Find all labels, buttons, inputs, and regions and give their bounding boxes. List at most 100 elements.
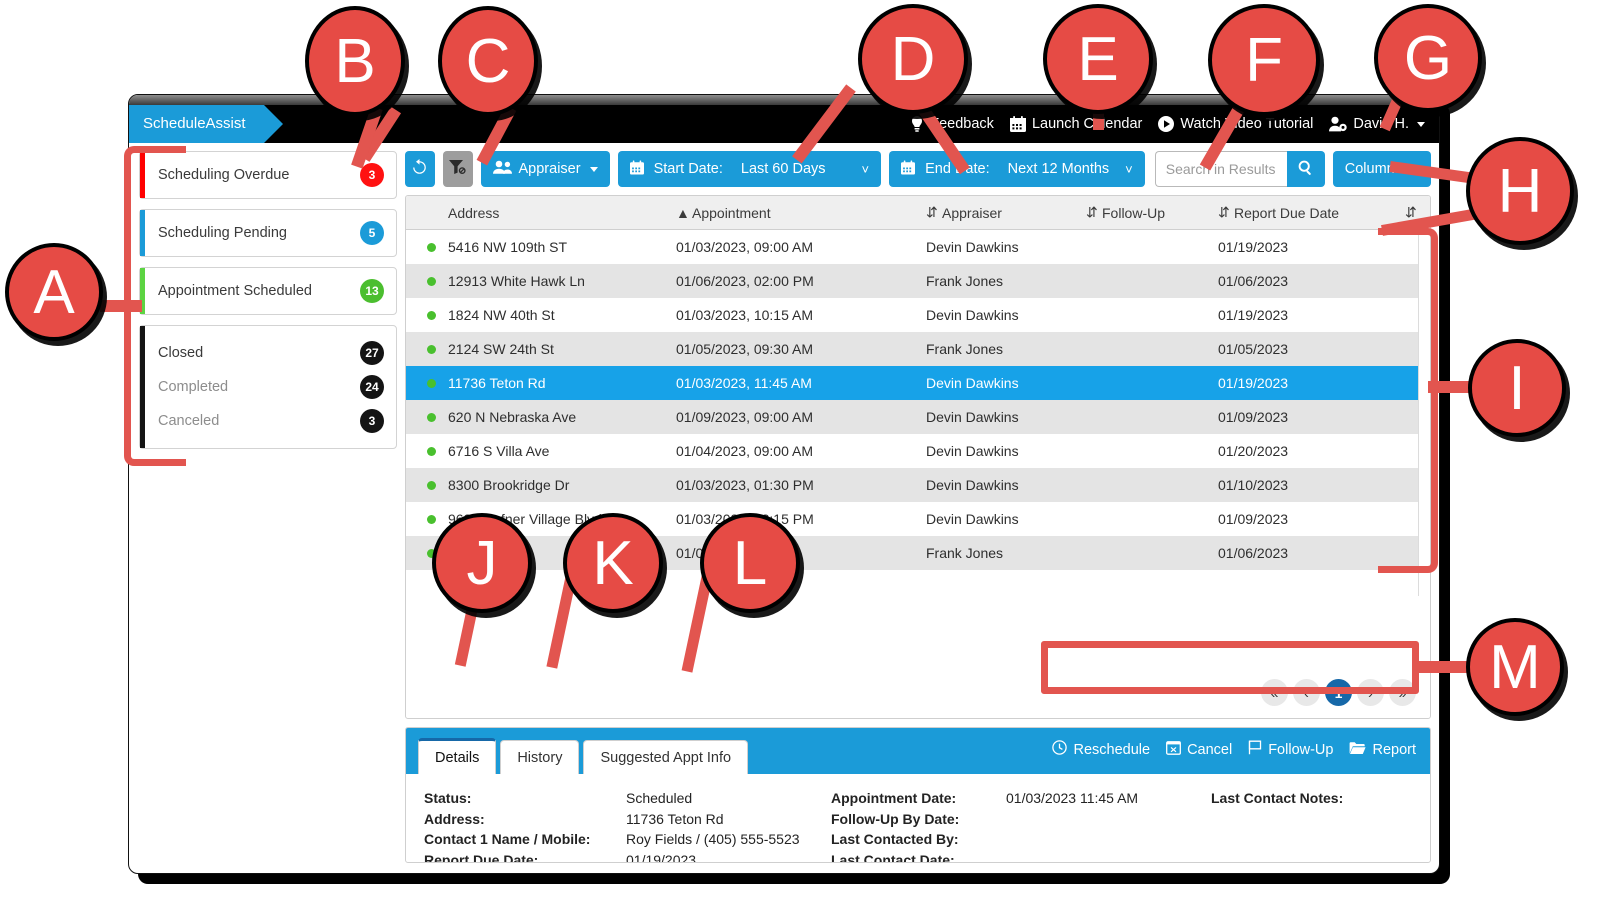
- table-row[interactable]: 12913 White Hawk Ln 01/06/2023, 02:00 PM…: [406, 264, 1430, 298]
- table-row[interactable]: 6716 S Villa Ave 01/04/2023, 09:00 AM De…: [406, 434, 1430, 468]
- annotation-leader-m: [1414, 661, 1472, 673]
- annotation-box-m: [1041, 641, 1419, 694]
- detail-label: Contact 1 Name / Mobile:: [424, 831, 591, 847]
- green-dot-icon: [427, 446, 436, 456]
- table-row[interactable]: Ave 01/0 AM Frank Jones 01/06/2023: [406, 536, 1430, 570]
- end-date-filter[interactable]: End Date: Next 12 Months ˅: [889, 151, 1145, 187]
- search-button[interactable]: [1286, 151, 1325, 187]
- detail-label: Address:: [424, 810, 485, 827]
- search-input[interactable]: [1154, 151, 1287, 187]
- launch-calendar-link[interactable]: Launch Calendar: [1009, 116, 1143, 132]
- row-status-dot: [406, 242, 436, 252]
- detail-label: Last Contact Date:: [831, 851, 955, 863]
- detail-value: [1006, 829, 1211, 850]
- user-menu[interactable]: David H.: [1329, 116, 1425, 132]
- brand-label: ScheduleAssist: [143, 115, 246, 132]
- cell-report-due-date: 01/06/2023: [1218, 545, 1289, 561]
- table-row-selected[interactable]: 11736 Teton Rd 01/03/2023, 11:45 AM Devi…: [406, 366, 1430, 400]
- detail-column-2: Appointment Date: Follow-Up By Date: Las…: [831, 788, 1211, 863]
- row-status-dot: [406, 310, 436, 320]
- detail-column-3: Last Contact Notes:: [1211, 788, 1343, 862]
- cell-appointment: 01/03/2023, 09:00 AM: [676, 239, 813, 255]
- start-date-label: Start Date:: [653, 161, 723, 177]
- follow-up-button[interactable]: Follow-Up: [1248, 740, 1333, 759]
- detail-value: 11736 Teton Rd: [626, 810, 724, 827]
- table-row[interactable]: 620 N Nebraska Ave 01/09/2023, 09:00 AM …: [406, 400, 1430, 434]
- green-dot-icon: [427, 480, 436, 490]
- status-badge: 13: [360, 279, 384, 303]
- cell-report-due-date: 01/05/2023: [1218, 341, 1289, 357]
- column-header-followup[interactable]: ⇵ Follow-Up: [1086, 204, 1218, 221]
- cell-address: 620 N Nebraska Ave: [448, 409, 577, 425]
- row-status-dot: [406, 344, 436, 354]
- table-row[interactable]: 5416 NW 109th ST 01/03/2023, 09:00 AM De…: [406, 230, 1430, 264]
- annotation-marker-b: B: [305, 6, 405, 116]
- start-date-filter[interactable]: Start Date: Last 60 Days ˅: [617, 151, 882, 187]
- tab-details[interactable]: Details: [418, 738, 497, 774]
- table-row[interactable]: 9636 Hafner Village Blvd 01/03/2023, 03:…: [406, 502, 1430, 536]
- filter-toolbar: Appraiser Start Date: Last 60 Days ˅ End…: [405, 151, 1431, 187]
- tab-history[interactable]: History: [500, 740, 580, 774]
- sidebar-item-label: Completed: [158, 379, 229, 395]
- sidebar-item-closed[interactable]: Closed 27: [158, 336, 384, 370]
- cell-appointment: 01/03/2023, 10:15 AM: [676, 307, 813, 323]
- row-status-dot: [406, 276, 436, 286]
- sidebar-item-canceled[interactable]: Canceled 3: [158, 404, 384, 438]
- detail-value: 01/03/2023 11:45 AM: [1006, 790, 1139, 806]
- cell-appraiser: Devin Dawkins: [926, 477, 1019, 493]
- clear-filter-button[interactable]: [442, 151, 473, 187]
- detail-body: Status: Address: Contact 1 Name / Mobile…: [406, 774, 1430, 863]
- cell-appointment: 01/06/2023, 02:00 PM: [676, 273, 814, 289]
- grid-body: 5416 NW 109th ST 01/03/2023, 09:00 AM De…: [406, 230, 1430, 596]
- annotation-marker-a: A: [5, 243, 103, 341]
- cell-address: 11736 Teton Rd: [448, 375, 546, 391]
- refresh-button[interactable]: [405, 151, 435, 187]
- reschedule-button[interactable]: Reschedule: [1052, 740, 1150, 759]
- column-header-address[interactable]: Address: [436, 205, 676, 221]
- tab-suggested-appt-info[interactable]: Suggested Appt Info: [583, 740, 749, 774]
- cell-appointment: 01/03/2023, 11:45 AM: [676, 375, 812, 391]
- appraiser-filter-button[interactable]: Appraiser: [480, 151, 610, 187]
- refresh-icon: [411, 158, 428, 180]
- grid-header-row: Address ▲ Appointment ⇵ Appraiser ⇵ Foll…: [406, 196, 1430, 230]
- sidebar-item-label: Scheduling Overdue: [158, 167, 290, 183]
- search-icon: [1298, 160, 1313, 179]
- cell-address: 8300 Brookridge Dr: [448, 477, 570, 493]
- launch-calendar-label: Launch Calendar: [1031, 116, 1143, 132]
- chevron-down-icon: [589, 166, 598, 172]
- appraiser-filter-label: Appraiser: [518, 161, 581, 177]
- tab-label: Details: [435, 749, 480, 766]
- detail-labels-1: Status: Address: Contact 1 Name / Mobile…: [424, 788, 626, 863]
- reschedule-label: Reschedule: [1073, 741, 1151, 758]
- calendar-icon: [901, 160, 916, 179]
- status-badge: 24: [360, 375, 384, 399]
- row-status-dot: [406, 412, 436, 422]
- report-button[interactable]: Report: [1349, 741, 1416, 759]
- sidebar-item-label: Scheduling Pending: [158, 225, 287, 241]
- brand-tab[interactable]: ScheduleAssist: [129, 105, 283, 143]
- column-header-appointment[interactable]: ▲ Appointment: [676, 205, 926, 221]
- column-header-report-due-date[interactable]: ⇵ Report Due Date: [1218, 204, 1398, 221]
- cell-appointment: 01/03/2023, 03:15 PM: [676, 511, 814, 527]
- table-row[interactable]: 8300 Brookridge Dr 01/03/2023, 01:30 PM …: [406, 468, 1430, 502]
- sidebar-item-label: Appointment Scheduled: [158, 283, 312, 299]
- annotation-marker-d: D: [858, 4, 968, 114]
- cancel-label: Cancel: [1187, 741, 1233, 758]
- status-badge: 5: [360, 221, 384, 245]
- sort-both-icon: ⇵: [1218, 204, 1230, 220]
- detail-value: Scheduled: [626, 790, 693, 806]
- cancel-button[interactable]: Cancel: [1166, 740, 1232, 759]
- top-nav-links: Feedback Launch Calendar Watch Video Tut…: [910, 105, 1425, 143]
- cell-appraiser: Devin Dawkins: [926, 375, 1019, 391]
- status-badge: 3: [360, 409, 384, 433]
- cell-report-due-date: 01/10/2023: [1218, 477, 1289, 493]
- table-row[interactable]: 1824 NW 40th St 01/03/2023, 10:15 AM Dev…: [406, 298, 1430, 332]
- detail-label: Report Due Date:: [424, 851, 539, 863]
- row-status-dot: [406, 480, 436, 490]
- cell-appraiser: Frank Jones: [926, 273, 1004, 289]
- sidebar-item-completed[interactable]: Completed 24: [158, 370, 384, 404]
- column-header-appraiser[interactable]: ⇵ Appraiser: [926, 204, 1086, 221]
- filter-off-icon: [448, 159, 467, 179]
- table-row[interactable]: 2124 SW 24th St 01/05/2023, 09:30 AM Fra…: [406, 332, 1430, 366]
- row-status-dot: [406, 378, 436, 388]
